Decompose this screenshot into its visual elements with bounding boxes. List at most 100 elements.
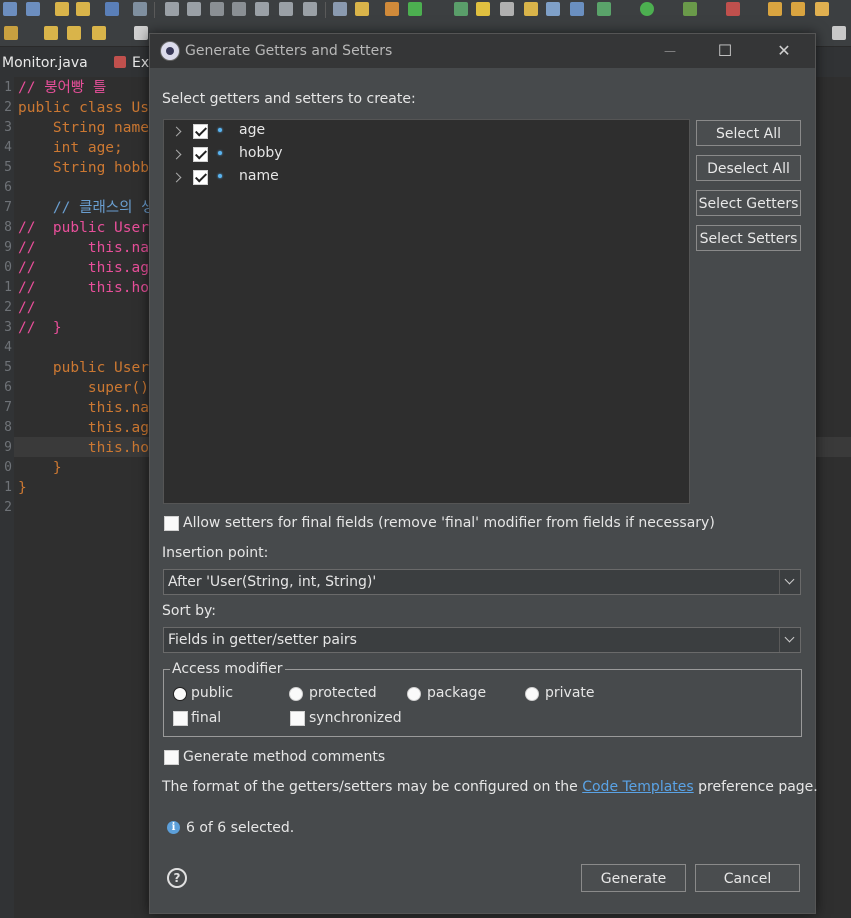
back-icon[interactable] — [92, 26, 106, 40]
radio-package[interactable] — [407, 687, 421, 701]
radio-public-label[interactable]: public — [191, 685, 233, 701]
select-all-button[interactable]: Select All — [696, 120, 801, 146]
redo-icon[interactable] — [76, 2, 90, 16]
radio-package-label[interactable]: package — [427, 685, 486, 701]
chevron-down-icon[interactable] — [779, 570, 800, 594]
undo-icon[interactable] — [55, 2, 69, 16]
chevron-right-icon[interactable] — [171, 172, 182, 183]
maximize-button[interactable]: ☐ — [710, 40, 740, 62]
line-number: 2 — [4, 300, 12, 315]
final-checkbox-label[interactable]: final — [191, 710, 221, 726]
code-templates-link[interactable]: Code Templates — [582, 779, 693, 795]
save-all-icon[interactable] — [26, 2, 40, 16]
tree-row-name[interactable]: name — [164, 167, 684, 189]
line-number: 2 — [4, 500, 12, 515]
search-icon[interactable] — [133, 2, 147, 16]
line-number: 9 — [4, 240, 12, 255]
new-comment-icon[interactable] — [454, 2, 468, 16]
open-folder-icon[interactable] — [791, 2, 805, 16]
task-icon[interactable] — [500, 2, 514, 16]
run-icon[interactable] — [640, 2, 654, 16]
radio-private[interactable] — [525, 687, 539, 701]
generate-comments-checkbox[interactable] — [164, 750, 179, 765]
external-tools-icon[interactable] — [726, 2, 740, 16]
code-line: } — [18, 480, 27, 496]
line-number: 4 — [4, 340, 12, 355]
radio-protected-label[interactable]: protected — [309, 685, 377, 701]
synchronized-checkbox-label[interactable]: synchronized — [309, 710, 402, 726]
field-checkbox-age[interactable] — [193, 124, 208, 139]
template-info-text: The format of the getters/setters may be… — [162, 779, 818, 795]
code-line: // this.na — [18, 240, 149, 256]
use-step-filters-icon[interactable] — [333, 2, 347, 16]
close-button[interactable]: ✕ — [769, 40, 799, 62]
step-return-icon[interactable] — [303, 2, 317, 16]
line-number: 2 — [4, 100, 12, 115]
drop-to-frame-icon[interactable] — [355, 2, 369, 16]
code-line: this.ho — [18, 440, 149, 456]
allow-setters-final-label[interactable]: Allow setters for final fields (remove '… — [183, 515, 715, 531]
help-icon[interactable]: ? — [167, 868, 187, 888]
pin-icon[interactable] — [4, 26, 18, 40]
dialog-titlebar[interactable]: Generate Getters and Setters — ☐ ✕ — [150, 34, 815, 68]
chevron-right-icon[interactable] — [171, 126, 182, 137]
field-checkbox-hobby[interactable] — [193, 147, 208, 162]
select-label: Select getters and setters to create: — [162, 91, 416, 107]
field-tree[interactable]: age hobby name — [163, 119, 690, 504]
synchronized-checkbox[interactable] — [290, 711, 305, 726]
select-setters-button[interactable]: Select Setters — [696, 225, 801, 251]
terminal-icon[interactable] — [105, 2, 119, 16]
cancel-button[interactable]: Cancel — [695, 864, 800, 892]
line-number: 1 — [4, 80, 12, 95]
terminate-icon[interactable] — [210, 2, 224, 16]
prev-annotation-icon[interactable] — [44, 26, 58, 40]
tab-monitor-java[interactable]: Monitor.java — [2, 47, 88, 77]
radio-protected[interactable] — [289, 687, 303, 701]
line-number: 1 — [4, 280, 12, 295]
code-line: // public User — [18, 220, 149, 236]
final-checkbox[interactable] — [173, 711, 188, 726]
document-icon[interactable] — [546, 2, 560, 16]
suspend-icon[interactable] — [187, 2, 201, 16]
allow-setters-final-checkbox[interactable] — [164, 516, 179, 531]
next-annotation-icon[interactable] — [67, 26, 81, 40]
selection-status: 6 of 6 selected. — [186, 820, 295, 836]
field-label-hobby: hobby — [239, 145, 283, 161]
minimize-button[interactable]: — — [655, 40, 685, 62]
disconnect-icon[interactable] — [232, 2, 246, 16]
code-line: String name — [18, 120, 149, 136]
template-text-after: preference page. — [693, 779, 818, 795]
tab-ex[interactable]: Ex — [132, 47, 149, 77]
chevron-right-icon[interactable] — [171, 149, 182, 160]
field-checkbox-name[interactable] — [193, 170, 208, 185]
code-line: } — [18, 460, 62, 476]
step-into-icon[interactable] — [255, 2, 269, 16]
forward-icon[interactable] — [134, 26, 148, 40]
refresh-icon[interactable] — [408, 2, 422, 16]
select-getters-button[interactable]: Select Getters — [696, 190, 801, 216]
deselect-all-button[interactable]: Deselect All — [696, 155, 801, 181]
save-icon[interactable] — [3, 2, 17, 16]
generate-button[interactable]: Generate — [581, 864, 686, 892]
debug-icon[interactable] — [597, 2, 611, 16]
code-line: super() — [18, 380, 149, 396]
perspective-icon[interactable] — [832, 26, 846, 40]
radio-public[interactable] — [173, 687, 187, 701]
highlight-icon[interactable] — [476, 2, 490, 16]
brush-icon[interactable] — [815, 2, 829, 16]
open-type-icon[interactable] — [524, 2, 538, 16]
radio-private-label[interactable]: private — [545, 685, 595, 701]
step-over-icon[interactable] — [279, 2, 293, 16]
resume-icon[interactable] — [165, 2, 179, 16]
paragraph-icon[interactable] — [570, 2, 584, 16]
coverage-icon[interactable] — [683, 2, 697, 16]
sort-by-select[interactable]: Fields in getter/setter pairs — [163, 627, 801, 653]
tree-row-age[interactable]: age — [164, 121, 684, 143]
generate-comments-label[interactable]: Generate method comments — [183, 749, 385, 765]
new-package-icon[interactable] — [385, 2, 399, 16]
tree-row-hobby[interactable]: hobby — [164, 144, 684, 166]
code-line: // 붕어빵 틀 — [18, 80, 107, 96]
new-folder-icon[interactable] — [768, 2, 782, 16]
chevron-down-icon[interactable] — [779, 628, 800, 652]
insertion-point-select[interactable]: After 'User(String, int, String)' — [163, 569, 801, 595]
